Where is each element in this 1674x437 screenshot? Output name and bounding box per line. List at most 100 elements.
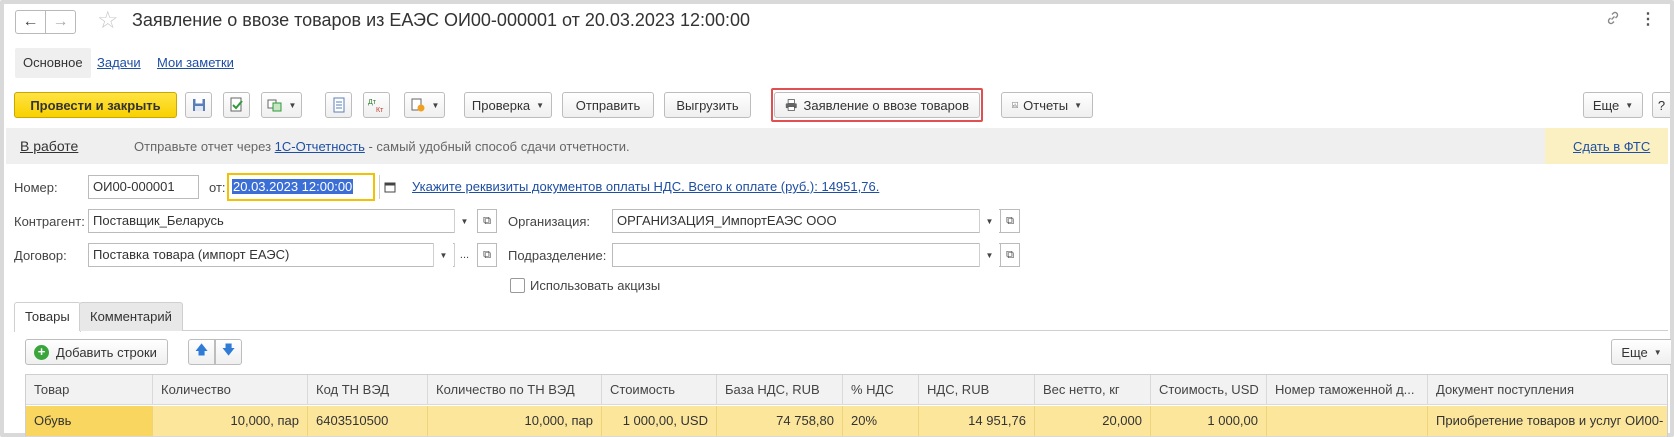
counterparty-dropdown[interactable]: ▼: [454, 209, 474, 233]
column-header[interactable]: Стоимость: [602, 375, 717, 405]
organization-dropdown[interactable]: ▼: [979, 209, 999, 233]
chevron-down-icon: ▼: [460, 216, 469, 226]
organization-field[interactable]: ОРГАНИЗАЦИЯ_ИмпортЕАЭС ООО: [612, 209, 1001, 233]
calendar-button[interactable]: [379, 175, 399, 199]
check-button-label: Проверка: [471, 97, 531, 113]
cell-product[interactable]: Обувь: [26, 406, 153, 436]
more-label: Еще: [1592, 97, 1620, 113]
cell-cost-usd[interactable]: 1 000,00: [1151, 406, 1267, 436]
goods-table: Товар Количество Код ТН ВЭД Количество п…: [25, 374, 1668, 437]
cell-cost[interactable]: 1 000,00, USD: [602, 406, 717, 436]
chevron-down-icon: ▼: [431, 100, 440, 110]
counterparty-field[interactable]: Поставщик_Беларусь: [88, 209, 474, 233]
column-header[interactable]: Документ поступления: [1428, 375, 1667, 405]
journal-button[interactable]: [325, 92, 352, 118]
add-rows-button[interactable]: + Добавить строки: [25, 339, 168, 365]
column-header[interactable]: Стоимость, USD: [1151, 375, 1267, 405]
column-header[interactable]: Номер таможенной д...: [1267, 375, 1428, 405]
post-document-icon: [230, 97, 243, 112]
cell-hs-quantity[interactable]: 10,000, пар: [428, 406, 602, 436]
check-dropdown-button[interactable]: Проверка ▼: [464, 92, 552, 118]
info-message-prefix: Отправьте отчет через: [134, 139, 275, 154]
date-label: от:: [209, 180, 226, 195]
save-button[interactable]: [185, 92, 212, 118]
column-header[interactable]: НДС, RUB: [919, 375, 1035, 405]
column-header[interactable]: % НДС: [843, 375, 919, 405]
cell-receipt-document[interactable]: Приобретение товаров и услуг ОИ00-: [1428, 406, 1667, 436]
excise-checkbox[interactable]: [510, 278, 525, 293]
number-label: Номер:: [14, 180, 58, 195]
open-icon: ⧉: [1006, 214, 1014, 227]
division-open-button[interactable]: ⧉: [1000, 243, 1020, 267]
tab-tasks[interactable]: Задачи: [97, 48, 141, 78]
favorite-star-icon[interactable]: ☆: [97, 7, 119, 35]
column-header[interactable]: Код ТН ВЭД: [308, 375, 428, 405]
chevron-down-icon: ▼: [288, 100, 297, 110]
cell-vat-amount[interactable]: 14 951,76: [919, 406, 1035, 436]
tab-comment[interactable]: Комментарий: [79, 302, 183, 331]
contract-open-button[interactable]: ⧉: [477, 243, 497, 267]
arrow-up-icon: 🡅: [194, 342, 209, 357]
submit-to-fts-link[interactable]: Сдать в ФТС: [1573, 139, 1650, 154]
more-vertical-icon[interactable]: ⋮: [1640, 9, 1656, 29]
back-button[interactable]: ←: [15, 10, 46, 34]
column-header[interactable]: Количество: [153, 375, 308, 405]
link-icon[interactable]: [1605, 10, 1621, 31]
move-up-button[interactable]: 🡅: [188, 339, 215, 365]
related-documents-icon: [411, 98, 425, 112]
forward-button[interactable]: →: [45, 10, 76, 34]
tab-goods[interactable]: Товары: [14, 302, 81, 332]
create-based-on-icon: [267, 99, 282, 112]
division-dropdown[interactable]: ▼: [979, 243, 999, 267]
reporting-service-link[interactable]: 1С-Отчетность: [275, 139, 365, 154]
post-and-close-button[interactable]: Провести и закрыть: [14, 92, 177, 118]
column-header[interactable]: База НДС, RUB: [717, 375, 843, 405]
dt-kt-button[interactable]: Дт Кт: [363, 92, 390, 118]
status-link[interactable]: В работе: [20, 138, 78, 154]
column-header[interactable]: Вес нетто, кг: [1035, 375, 1151, 405]
list-document-icon: [333, 97, 344, 113]
tab-main[interactable]: Основное: [15, 48, 91, 78]
info-bar: В работе Отправьте отчет через 1С-Отчетн…: [6, 128, 1668, 164]
print-statement-button[interactable]: Заявление о ввозе товаров: [774, 92, 980, 118]
upload-button[interactable]: Выгрузить: [664, 92, 751, 118]
chevron-down-icon: ▼: [1653, 347, 1662, 357]
cell-quantity[interactable]: 10,000, пар: [153, 406, 308, 436]
cell-vat-rate[interactable]: 20%: [843, 406, 919, 436]
more-dropdown-button[interactable]: Еще ▼: [1583, 92, 1643, 118]
cell-hs-code[interactable]: 6403510500: [308, 406, 428, 436]
contract-select-button[interactable]: ...: [454, 243, 474, 267]
send-button[interactable]: Отправить: [562, 92, 654, 118]
cell-vat-base[interactable]: 74 758,80: [717, 406, 843, 436]
table-more-dropdown[interactable]: Еще ▼: [1611, 339, 1671, 365]
contract-field[interactable]: Поставка товара (импорт ЕАЭС): [88, 243, 474, 267]
open-icon: ⧉: [483, 214, 491, 227]
vat-payment-link[interactable]: Укажите реквизиты документов оплаты НДС.…: [412, 179, 879, 194]
division-field[interactable]: [612, 243, 1001, 267]
column-header[interactable]: Товар: [26, 375, 153, 405]
table-row[interactable]: Обувь 10,000, пар 6403510500 10,000, пар…: [26, 406, 1667, 436]
page-title: Заявление о ввозе товаров из ЕАЭС ОИ00-0…: [132, 10, 751, 30]
open-icon: ⧉: [1006, 248, 1014, 261]
print-statement-label: Заявление о ввозе товаров: [803, 97, 969, 113]
cell-net-weight[interactable]: 20,000: [1035, 406, 1151, 436]
organization-open-button[interactable]: ⧉: [1000, 209, 1020, 233]
tab-my-notes[interactable]: Мои заметки: [157, 48, 234, 78]
calendar-icon: [384, 182, 395, 193]
reports-dropdown-button[interactable]: Отчеты ▼: [1001, 92, 1093, 118]
contract-dropdown[interactable]: ▼: [433, 243, 453, 267]
cell-customs-number[interactable]: [1267, 406, 1428, 436]
related-docs-button[interactable]: ▼: [404, 92, 445, 118]
create-based-on-button[interactable]: ▼: [261, 92, 302, 118]
move-down-button[interactable]: 🡇: [215, 339, 242, 365]
post-button[interactable]: [223, 92, 250, 118]
ellipsis-icon: ...: [459, 249, 470, 261]
column-header[interactable]: Количество по ТН ВЭД: [428, 375, 602, 405]
date-field[interactable]: 20.03.2023 12:00:00: [227, 173, 375, 201]
chevron-down-icon: ▼: [985, 216, 994, 226]
reports-label: Отчеты: [1023, 97, 1069, 113]
help-button[interactable]: ?: [1652, 92, 1670, 118]
organization-label: Организация:: [508, 214, 591, 229]
number-field[interactable]: ОИ00-000001: [88, 175, 199, 199]
counterparty-open-button[interactable]: ⧉: [477, 209, 497, 233]
